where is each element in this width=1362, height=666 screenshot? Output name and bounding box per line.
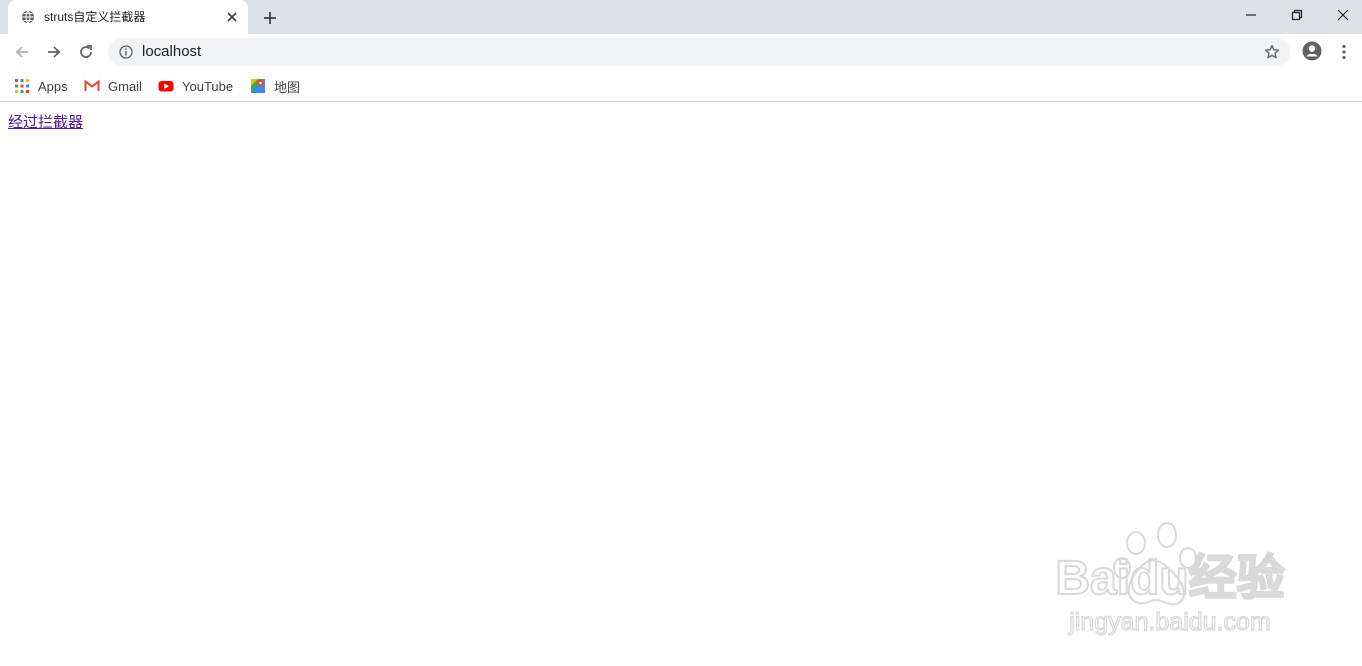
reload-button[interactable] (74, 40, 98, 64)
info-icon[interactable] (119, 45, 133, 59)
profile-avatar-icon[interactable] (1302, 41, 1322, 61)
close-icon (227, 12, 237, 22)
new-tab-button[interactable] (260, 8, 280, 28)
watermark-url: jingyan.baidu.com (1068, 608, 1271, 636)
browser-menu-button[interactable] (1335, 42, 1353, 62)
globe-icon (21, 10, 35, 24)
minimize-button[interactable] (1238, 4, 1264, 26)
arrow-right-icon (48, 46, 61, 58)
plus-icon (264, 12, 276, 24)
tab-active[interactable]: struts自定义拦截器 (8, 0, 248, 34)
bookmarks-bar: Apps Gmail YouTube 地图 (0, 70, 1362, 102)
browser-window: struts自定义拦截器 localhost Apps Gmail YouTub… (0, 0, 1362, 666)
kebab-menu-icon (1342, 44, 1346, 60)
restore-button[interactable] (1284, 4, 1310, 26)
reload-icon (80, 45, 92, 58)
bookmark-label: 地图 (274, 79, 301, 95)
bookmark-youtube[interactable]: YouTube (158, 76, 233, 96)
bookmark-maps[interactable]: 地图 (250, 76, 300, 96)
gmail-icon (84, 79, 100, 91)
bookmark-gmail[interactable]: Gmail (84, 76, 142, 96)
maps-icon (251, 79, 265, 93)
bookmark-label: YouTube (182, 78, 234, 94)
address-text[interactable]: localhost (142, 44, 201, 60)
back-button[interactable] (10, 40, 34, 64)
forward-button[interactable] (42, 40, 66, 64)
tab-close-button[interactable] (224, 9, 240, 25)
bookmark-apps[interactable]: Apps (14, 76, 68, 96)
watermark-brand: Baidu经验 (1055, 552, 1284, 605)
address-bar[interactable]: localhost (108, 38, 1290, 66)
navigation-toolbar: localhost (0, 34, 1362, 70)
page-content: 经过拦截器 Baidu经验 jingyan.baidu.com (0, 103, 1362, 666)
minimize-icon (1246, 14, 1256, 16)
bookmark-label: Apps (38, 78, 68, 94)
close-window-icon (1337, 9, 1349, 21)
tab-title: struts自定义拦截器 (44, 10, 146, 24)
bookmark-star-icon[interactable] (1264, 44, 1280, 60)
arrow-left-icon (15, 46, 28, 58)
baidu-jingyan-watermark: Baidu经验 jingyan.baidu.com (1054, 522, 1286, 637)
youtube-icon (158, 81, 174, 92)
bookmark-label: Gmail (108, 78, 142, 94)
interceptor-link[interactable]: 经过拦截器 (8, 111, 83, 132)
restore-icon (1291, 9, 1303, 21)
tab-strip: struts自定义拦截器 (0, 0, 1362, 34)
apps-grid-icon (15, 79, 29, 93)
close-window-button[interactable] (1330, 4, 1356, 26)
